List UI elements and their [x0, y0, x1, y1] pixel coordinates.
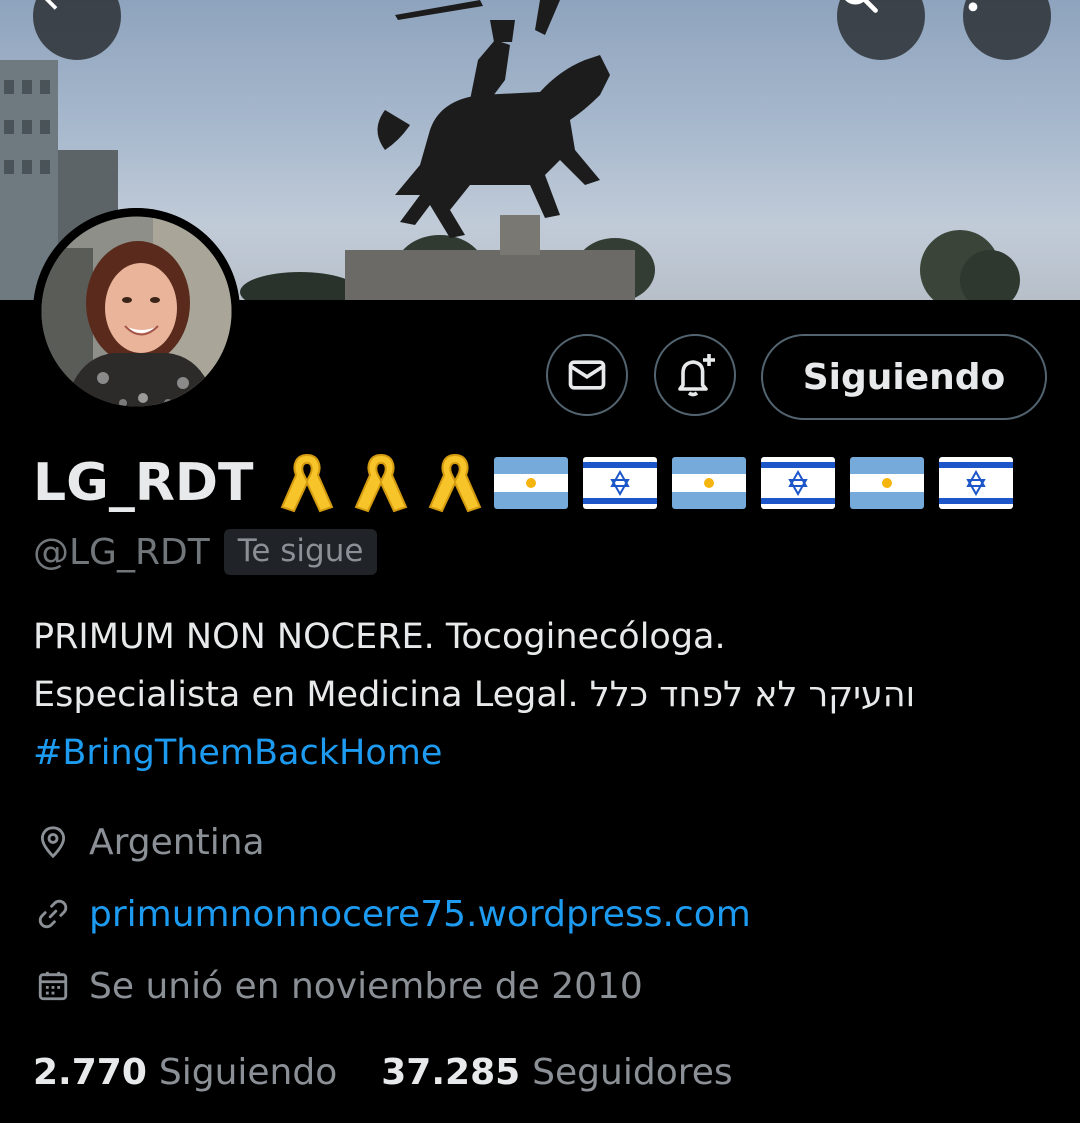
- user-handle: @LG_RDT: [33, 531, 210, 573]
- link-icon: [33, 894, 73, 934]
- website-link[interactable]: primumnonnocere75.wordpress.com: [89, 894, 751, 935]
- website-row: primumnonnocere75.wordpress.com: [33, 886, 751, 942]
- following-label: Siguiendo: [158, 1051, 338, 1093]
- message-button[interactable]: [546, 334, 628, 416]
- hashtag-link[interactable]: #BringThemBackHome: [33, 733, 442, 773]
- following-count: 2.770: [33, 1051, 147, 1093]
- profile-avatar[interactable]: [33, 208, 240, 415]
- flag-israel-icon: [938, 457, 1013, 509]
- flag-argentina-icon: [849, 457, 924, 509]
- flag-argentina-icon: [493, 457, 568, 509]
- yellow-ribbon-icon: [354, 453, 407, 513]
- yellow-ribbon-icon: [280, 453, 333, 513]
- location-row: Argentina: [33, 814, 265, 870]
- display-name-row: LG_RDT: [33, 448, 1028, 518]
- follows-you-badge: Te sigue: [223, 529, 378, 575]
- name-emoji-list: [272, 451, 1028, 515]
- profile-bio: PRIMUM NON NOCERE. Tocoginecóloga. Espec…: [33, 608, 1043, 782]
- flag-argentina-icon: [671, 457, 746, 509]
- followers-label: Seguidores: [532, 1051, 733, 1093]
- flag-israel-icon: [760, 457, 835, 509]
- display-name: LG_RDT: [33, 453, 254, 513]
- following-button[interactable]: Siguiendo: [761, 334, 1047, 420]
- yellow-ribbon-icon: [428, 453, 481, 513]
- bio-line: PRIMUM NON NOCERE. Tocoginecóloga.: [33, 617, 726, 657]
- location-pin-icon: [33, 822, 73, 862]
- mail-icon: [568, 360, 606, 390]
- joined-row: Se unió en noviembre de 2010: [33, 958, 643, 1014]
- arrow-left-icon: [44, 0, 58, 10]
- calendar-icon: [33, 966, 73, 1006]
- followers-count: 37.285: [381, 1051, 521, 1093]
- bell-plus-icon: [678, 354, 715, 397]
- location-text: Argentina: [89, 821, 265, 863]
- avatar-image: [33, 208, 240, 415]
- handle-row: @LG_RDT Te sigue: [33, 524, 378, 580]
- follow-stats: 2.770 Siguiendo 37.285 Seguidores: [33, 1042, 777, 1102]
- more-vertical-icon: [968, 2, 978, 12]
- bio-line: Especialista en Medicina Legal. והעיקר ל…: [33, 675, 916, 715]
- search-icon: [845, 0, 878, 13]
- notifications-button[interactable]: [654, 334, 736, 416]
- following-stat-link[interactable]: 2.770 Siguiendo: [33, 1052, 337, 1093]
- flag-israel-icon: [582, 457, 657, 509]
- followers-stat-link[interactable]: 37.285 Seguidores: [381, 1052, 732, 1093]
- joined-date-text: Se unió en noviembre de 2010: [89, 965, 643, 1007]
